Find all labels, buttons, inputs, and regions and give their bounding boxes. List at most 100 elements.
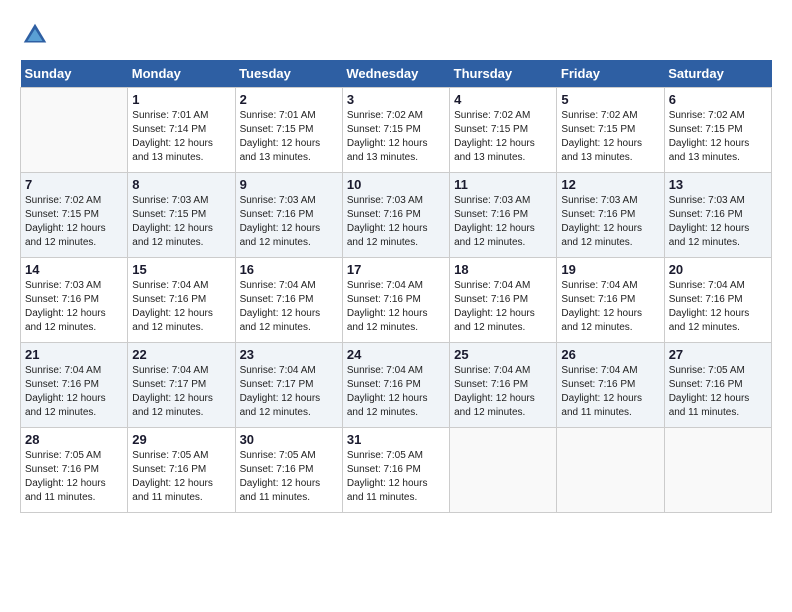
day-info: Sunrise: 7:05 AM Sunset: 7:16 PM Dayligh… bbox=[132, 449, 230, 505]
week-row-2: 7 Sunrise: 7:02 AM Sunset: 7:15 PM Daylig… bbox=[21, 173, 772, 258]
calendar-table: SundayMondayTuesdayWednesdayThursdayFrid… bbox=[20, 60, 772, 513]
weekday-header-wednesday: Wednesday bbox=[342, 60, 449, 88]
logo-icon bbox=[20, 20, 50, 50]
day-number: 3 bbox=[347, 92, 445, 107]
day-number: 13 bbox=[669, 177, 767, 192]
calendar-cell: 19 Sunrise: 7:04 AM Sunset: 7:16 PM Dayli… bbox=[557, 258, 664, 343]
calendar-cell: 14 Sunrise: 7:03 AM Sunset: 7:16 PM Dayli… bbox=[21, 258, 128, 343]
day-info: Sunrise: 7:05 AM Sunset: 7:16 PM Dayligh… bbox=[25, 449, 123, 505]
day-info: Sunrise: 7:04 AM Sunset: 7:16 PM Dayligh… bbox=[454, 279, 552, 335]
weekday-header-thursday: Thursday bbox=[450, 60, 557, 88]
weekday-header-friday: Friday bbox=[557, 60, 664, 88]
day-info: Sunrise: 7:04 AM Sunset: 7:16 PM Dayligh… bbox=[132, 279, 230, 335]
calendar-cell: 6Sunrise: 7:02 AM Sunset: 7:15 PM Daylig… bbox=[664, 88, 771, 173]
day-number: 30 bbox=[240, 432, 338, 447]
day-info: Sunrise: 7:04 AM Sunset: 7:16 PM Dayligh… bbox=[347, 279, 445, 335]
calendar-cell: 21 Sunrise: 7:04 AM Sunset: 7:16 PM Dayli… bbox=[21, 343, 128, 428]
calendar-cell: 11Sunrise: 7:03 AM Sunset: 7:16 PM Dayli… bbox=[450, 173, 557, 258]
calendar-cell: 20 Sunrise: 7:04 AM Sunset: 7:16 PM Dayli… bbox=[664, 258, 771, 343]
day-info: Sunrise: 7:04 AM Sunset: 7:16 PM Dayligh… bbox=[25, 364, 123, 420]
calendar-cell: 22 Sunrise: 7:04 AM Sunset: 7:17 PM Dayli… bbox=[128, 343, 235, 428]
day-number: 27 bbox=[669, 347, 767, 362]
day-info: Sunrise: 7:03 AM Sunset: 7:16 PM Dayligh… bbox=[347, 194, 445, 250]
calendar-cell: 8Sunrise: 7:03 AM Sunset: 7:15 PM Daylig… bbox=[128, 173, 235, 258]
day-number: 17 bbox=[347, 262, 445, 277]
day-number: 21 bbox=[25, 347, 123, 362]
day-number: 15 bbox=[132, 262, 230, 277]
calendar-cell: 24Sunrise: 7:04 AM Sunset: 7:16 PM Dayli… bbox=[342, 343, 449, 428]
day-number: 4 bbox=[454, 92, 552, 107]
calendar-cell: 28 Sunrise: 7:05 AM Sunset: 7:16 PM Dayli… bbox=[21, 428, 128, 513]
calendar-cell: 1 Sunrise: 7:01 AM Sunset: 7:14 PM Daylig… bbox=[128, 88, 235, 173]
day-info: Sunrise: 7:04 AM Sunset: 7:16 PM Dayligh… bbox=[561, 364, 659, 420]
logo bbox=[20, 20, 54, 50]
calendar-cell bbox=[664, 428, 771, 513]
day-number: 22 bbox=[132, 347, 230, 362]
day-info: Sunrise: 7:04 AM Sunset: 7:16 PM Dayligh… bbox=[561, 279, 659, 335]
day-info: Sunrise: 7:04 AM Sunset: 7:17 PM Dayligh… bbox=[240, 364, 338, 420]
day-number: 26 bbox=[561, 347, 659, 362]
calendar-cell: 5 Sunrise: 7:02 AM Sunset: 7:15 PM Daylig… bbox=[557, 88, 664, 173]
calendar-cell: 17 Sunrise: 7:04 AM Sunset: 7:16 PM Dayli… bbox=[342, 258, 449, 343]
day-info: Sunrise: 7:02 AM Sunset: 7:15 PM Dayligh… bbox=[454, 109, 552, 165]
day-number: 7 bbox=[25, 177, 123, 192]
calendar-cell: 13 Sunrise: 7:03 AM Sunset: 7:16 PM Dayli… bbox=[664, 173, 771, 258]
day-number: 23 bbox=[240, 347, 338, 362]
calendar-cell: 2Sunrise: 7:01 AM Sunset: 7:15 PM Daylig… bbox=[235, 88, 342, 173]
day-info: Sunrise: 7:03 AM Sunset: 7:16 PM Dayligh… bbox=[240, 194, 338, 250]
calendar-cell bbox=[450, 428, 557, 513]
day-number: 16 bbox=[240, 262, 338, 277]
day-info: Sunrise: 7:02 AM Sunset: 7:15 PM Dayligh… bbox=[669, 109, 767, 165]
day-info: Sunrise: 7:02 AM Sunset: 7:15 PM Dayligh… bbox=[347, 109, 445, 165]
week-row-5: 28 Sunrise: 7:05 AM Sunset: 7:16 PM Dayli… bbox=[21, 428, 772, 513]
day-info: Sunrise: 7:05 AM Sunset: 7:16 PM Dayligh… bbox=[240, 449, 338, 505]
calendar-cell: 3 Sunrise: 7:02 AM Sunset: 7:15 PM Daylig… bbox=[342, 88, 449, 173]
day-info: Sunrise: 7:01 AM Sunset: 7:14 PM Dayligh… bbox=[132, 109, 230, 165]
calendar-cell bbox=[557, 428, 664, 513]
calendar-cell: 12 Sunrise: 7:03 AM Sunset: 7:16 PM Dayli… bbox=[557, 173, 664, 258]
calendar-cell: 23 Sunrise: 7:04 AM Sunset: 7:17 PM Dayli… bbox=[235, 343, 342, 428]
weekday-header-saturday: Saturday bbox=[664, 60, 771, 88]
day-info: Sunrise: 7:02 AM Sunset: 7:15 PM Dayligh… bbox=[561, 109, 659, 165]
day-number: 10 bbox=[347, 177, 445, 192]
calendar-cell: 26 Sunrise: 7:04 AM Sunset: 7:16 PM Dayli… bbox=[557, 343, 664, 428]
day-number: 31 bbox=[347, 432, 445, 447]
day-info: Sunrise: 7:04 AM Sunset: 7:17 PM Dayligh… bbox=[132, 364, 230, 420]
day-info: Sunrise: 7:03 AM Sunset: 7:16 PM Dayligh… bbox=[669, 194, 767, 250]
weekday-header-tuesday: Tuesday bbox=[235, 60, 342, 88]
calendar-cell: 7 Sunrise: 7:02 AM Sunset: 7:15 PM Daylig… bbox=[21, 173, 128, 258]
calendar-cell: 15 Sunrise: 7:04 AM Sunset: 7:16 PM Dayli… bbox=[128, 258, 235, 343]
day-number: 2 bbox=[240, 92, 338, 107]
day-number: 28 bbox=[25, 432, 123, 447]
calendar-cell: 9Sunrise: 7:03 AM Sunset: 7:16 PM Daylig… bbox=[235, 173, 342, 258]
calendar-cell: 4 Sunrise: 7:02 AM Sunset: 7:15 PM Daylig… bbox=[450, 88, 557, 173]
day-number: 5 bbox=[561, 92, 659, 107]
day-info: Sunrise: 7:03 AM Sunset: 7:16 PM Dayligh… bbox=[561, 194, 659, 250]
calendar-cell bbox=[21, 88, 128, 173]
week-row-4: 21 Sunrise: 7:04 AM Sunset: 7:16 PM Dayli… bbox=[21, 343, 772, 428]
day-number: 8 bbox=[132, 177, 230, 192]
day-info: Sunrise: 7:02 AM Sunset: 7:15 PM Dayligh… bbox=[25, 194, 123, 250]
day-info: Sunrise: 7:04 AM Sunset: 7:16 PM Dayligh… bbox=[454, 364, 552, 420]
day-number: 24 bbox=[347, 347, 445, 362]
week-row-3: 14 Sunrise: 7:03 AM Sunset: 7:16 PM Dayli… bbox=[21, 258, 772, 343]
day-number: 20 bbox=[669, 262, 767, 277]
calendar-cell: 18 Sunrise: 7:04 AM Sunset: 7:16 PM Dayli… bbox=[450, 258, 557, 343]
calendar-cell: 30 Sunrise: 7:05 AM Sunset: 7:16 PM Dayli… bbox=[235, 428, 342, 513]
day-number: 1 bbox=[132, 92, 230, 107]
weekday-header-monday: Monday bbox=[128, 60, 235, 88]
day-info: Sunrise: 7:03 AM Sunset: 7:16 PM Dayligh… bbox=[25, 279, 123, 335]
weekday-header-sunday: Sunday bbox=[21, 60, 128, 88]
page-header bbox=[20, 20, 772, 50]
day-number: 25 bbox=[454, 347, 552, 362]
calendar-cell: 16Sunrise: 7:04 AM Sunset: 7:16 PM Dayli… bbox=[235, 258, 342, 343]
day-number: 14 bbox=[25, 262, 123, 277]
weekday-header-row: SundayMondayTuesdayWednesdayThursdayFrid… bbox=[21, 60, 772, 88]
day-number: 12 bbox=[561, 177, 659, 192]
day-number: 18 bbox=[454, 262, 552, 277]
calendar-cell: 27 Sunrise: 7:05 AM Sunset: 7:16 PM Dayli… bbox=[664, 343, 771, 428]
day-info: Sunrise: 7:04 AM Sunset: 7:16 PM Dayligh… bbox=[669, 279, 767, 335]
day-number: 19 bbox=[561, 262, 659, 277]
day-info: Sunrise: 7:05 AM Sunset: 7:16 PM Dayligh… bbox=[669, 364, 767, 420]
day-info: Sunrise: 7:05 AM Sunset: 7:16 PM Dayligh… bbox=[347, 449, 445, 505]
